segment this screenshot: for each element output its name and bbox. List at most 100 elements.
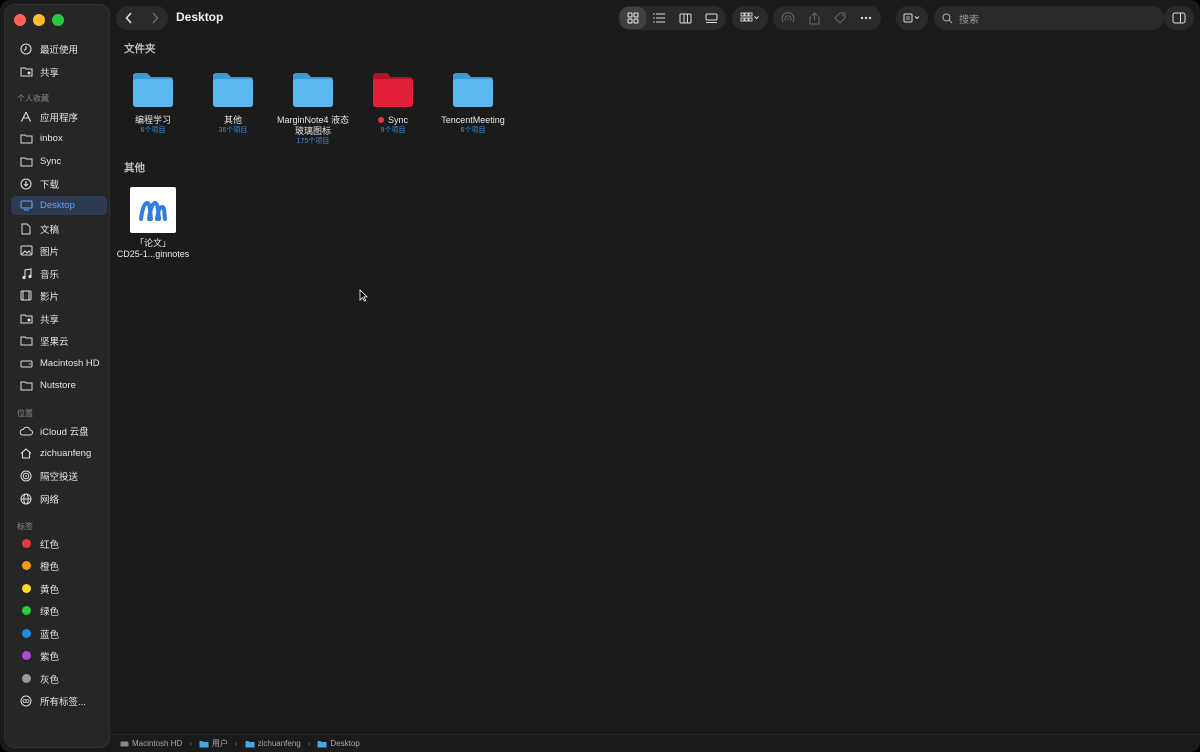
back-button[interactable] — [116, 7, 142, 29]
sidebar-item-desktop[interactable]: Desktop — [11, 196, 107, 215]
sidebar-item-label: 蓝色 — [40, 629, 60, 641]
sidebar-item-icloud[interactable]: iCloud 云盘 — [11, 421, 107, 440]
gray-tag-dot-icon — [22, 674, 31, 683]
sidebar-item-nutstore[interactable]: Nutstore — [11, 376, 107, 395]
sidebar-item-sync[interactable]: Sync — [11, 152, 107, 171]
sidebar-item-label: 应用程序 — [40, 112, 79, 124]
red-tag-dot-icon — [377, 117, 384, 123]
sidebar-item-shared[interactable]: 共享 — [11, 62, 107, 81]
sidebar-item-label: 红色 — [40, 539, 60, 551]
green-tag-dot-icon — [22, 606, 31, 615]
sidebar-item-shared-2[interactable]: 共享 — [11, 309, 107, 328]
sidebar-item-label: 所有标签... — [40, 696, 86, 708]
airdrop-button[interactable] — [775, 7, 801, 29]
sidebar-item-movies[interactable]: 影片 — [11, 286, 107, 305]
folder-item[interactable]: Sync 9个项目 — [353, 70, 433, 136]
forward-button[interactable] — [142, 7, 168, 29]
sidebar-item-network[interactable]: 网络 — [11, 489, 107, 508]
sidebar-item-airdrop[interactable]: 隔空投送 — [11, 466, 107, 485]
sidebar-item-label: 隔空投送 — [40, 471, 79, 483]
desktop-folder-icon — [317, 740, 327, 747]
folder-item[interactable]: 编程学习 6个项目 — [113, 70, 193, 136]
sidebar-item-macintosh-hd[interactable]: Macintosh HD — [11, 354, 107, 373]
sidebar-toggle-button[interactable] — [1164, 6, 1194, 30]
sidebar-item-jianguoyun[interactable]: 坚果云 — [11, 331, 107, 350]
folder-icon — [199, 740, 209, 747]
sidebar-item-applications[interactable]: 应用程序 — [11, 107, 107, 126]
blue-folder-icon — [453, 73, 493, 107]
file-name: 「论文」 CD25-1...ginnotes — [113, 238, 193, 260]
sidebar-all-tags[interactable]: 所有标签... — [11, 691, 107, 710]
blue-tag-dot-icon — [22, 629, 31, 638]
path-item-desktop[interactable]: Desktop — [317, 739, 360, 748]
icon-view-button[interactable] — [620, 7, 646, 29]
folder-icon — [19, 334, 33, 348]
sidebar-item-label: 灰色 — [40, 674, 60, 686]
folder-name: 编程学习 — [134, 115, 171, 125]
minimize-window-button[interactable] — [33, 14, 45, 26]
list-view-button[interactable] — [646, 7, 672, 29]
sidebar-tag-yellow[interactable]: 黄色 — [11, 579, 107, 598]
sidebar-tag-blue[interactable]: 蓝色 — [11, 624, 107, 643]
file-name-line: CD25-1...ginnotes — [116, 249, 190, 259]
path-item-label: Desktop — [330, 739, 360, 748]
more-actions-button[interactable] — [853, 7, 879, 29]
folder-item[interactable]: 其他 36个项目 — [193, 70, 273, 136]
grid-icon — [627, 12, 639, 24]
sidebar-item-label: 图片 — [40, 246, 60, 258]
group-grid-icon — [740, 12, 759, 22]
window-controls — [14, 14, 64, 26]
sidebar-item-label: Desktop — [40, 200, 75, 211]
share-icon — [809, 11, 819, 24]
sidebar-item-downloads[interactable]: 下载 — [11, 174, 107, 193]
search-placeholder: 搜索 — [959, 14, 979, 26]
finder-window: 最近使用 共享 个人收藏 应用程序 inbox Sync 下载 Desktop — [0, 0, 1200, 752]
folder-item[interactable]: TencentMeeting 6个项目 — [433, 70, 513, 136]
film-icon — [19, 289, 33, 303]
storage-menu-button[interactable] — [896, 6, 928, 30]
sidebar-tag-green[interactable]: 绿色 — [11, 601, 107, 620]
sidebar-item-pictures[interactable]: 图片 — [11, 241, 107, 260]
list-icon — [653, 13, 665, 23]
path-separator: › — [234, 739, 238, 748]
file-item[interactable]: 「论文」 CD25-1...ginnotes — [113, 187, 193, 260]
folder-item-count: 6个项目 — [460, 127, 486, 134]
sidebar-tag-red[interactable]: 红色 — [11, 534, 107, 553]
gallery-view-button[interactable] — [698, 7, 724, 29]
close-window-button[interactable] — [14, 14, 26, 26]
sidebar-tag-orange[interactable]: 橙色 — [11, 556, 107, 575]
document-icon — [19, 222, 33, 236]
action-group — [773, 6, 881, 30]
sidebar-tag-gray[interactable]: 灰色 — [11, 669, 107, 688]
sidebar-item-label: 橙色 — [40, 561, 60, 573]
path-separator: › — [189, 739, 192, 748]
sidebar-item-documents[interactable]: 文稿 — [11, 219, 107, 238]
sidebar-tag-purple[interactable]: 紫色 — [11, 646, 107, 665]
sidebar-item-label: inbox — [40, 133, 63, 144]
all-tags-icon — [19, 694, 33, 708]
tags-button[interactable] — [827, 7, 853, 29]
share-button[interactable] — [801, 7, 827, 29]
blue-folder-icon — [133, 73, 173, 107]
column-view-button[interactable] — [672, 7, 698, 29]
path-item-home[interactable]: zichuanfeng — [245, 739, 301, 748]
sidebar-item-inbox[interactable]: inbox — [11, 129, 107, 148]
music-icon — [19, 267, 33, 281]
folder-icon — [19, 132, 33, 146]
folder-item[interactable]: MarginNote4 液态 玻璃图标 175个项目 — [273, 70, 353, 147]
search-field[interactable]: 搜索 — [934, 6, 1164, 30]
zoom-window-button[interactable] — [52, 14, 64, 26]
path-item-users[interactable]: 用户 — [199, 738, 228, 749]
sidebar-item-recents[interactable]: 最近使用 — [11, 39, 107, 58]
sidebar-item-home[interactable]: zichuanfeng — [11, 444, 107, 463]
sidebar-item-label: 共享 — [40, 314, 60, 326]
path-item-macintosh-hd[interactable]: Macintosh HD — [120, 739, 182, 748]
folder-name: Sync — [387, 115, 408, 125]
sidebar-item-label: Macintosh HD — [40, 358, 100, 369]
orange-tag-dot-icon — [22, 561, 31, 570]
network-icon — [19, 492, 33, 506]
group-by-button[interactable] — [732, 6, 768, 30]
sidebar-item-label: iCloud 云盘 — [40, 426, 89, 438]
gallery-icon — [705, 13, 717, 23]
sidebar-item-music[interactable]: 音乐 — [11, 264, 107, 283]
